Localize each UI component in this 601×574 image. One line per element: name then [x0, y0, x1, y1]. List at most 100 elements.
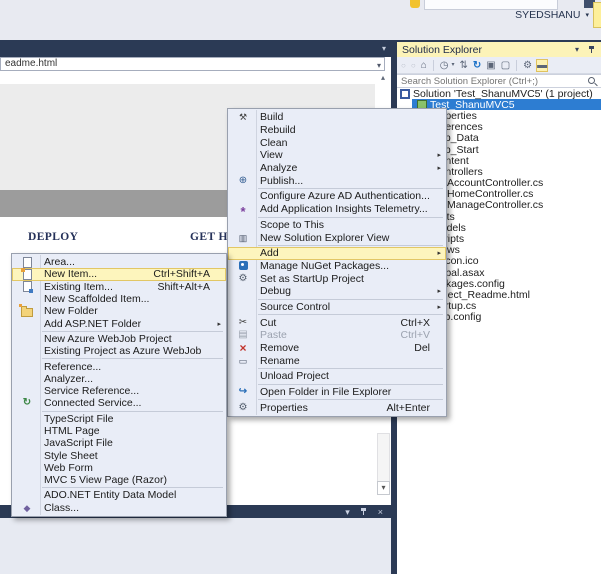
- menu-item-label: Paste: [260, 329, 287, 342]
- submenu-arrow-icon: ▸: [437, 288, 441, 296]
- menu-item-label: Scope to This: [260, 218, 325, 231]
- feedback-badge[interactable]: [593, 2, 601, 28]
- menu-item-style-sheet[interactable]: Style Sheet: [12, 449, 226, 462]
- menu-item-shortcut: Del: [414, 342, 430, 355]
- tree-item-solution-test-shanumvc5-1-project[interactable]: Solution 'Test_ShanuMVC5' (1 project): [397, 87, 601, 100]
- submenu-arrow-icon: ▸: [437, 250, 441, 258]
- submenu-arrow-icon: ▸: [217, 320, 221, 328]
- sync-icon[interactable]: ⇅: [458, 59, 468, 72]
- menu-item-reference[interactable]: Reference...: [12, 360, 226, 373]
- menu-item-label: New Folder: [44, 305, 98, 318]
- menu-item-clean[interactable]: Clean: [228, 136, 446, 149]
- pin-icon[interactable]: [360, 507, 368, 517]
- solution-explorer-titlebar[interactable]: Solution Explorer ▾: [397, 40, 601, 57]
- openfolder-icon: ↪: [238, 386, 248, 398]
- user-name-label: SYEDSHANU: [515, 9, 581, 21]
- menu-item-build[interactable]: ⚒ Build: [228, 111, 446, 124]
- menu-item-manage-nuget-packages[interactable]: Manage NuGet Packages...: [228, 260, 446, 273]
- signed-in-user-menu[interactable]: SYEDSHANU ▾: [515, 9, 589, 21]
- menu-separator: [258, 216, 443, 218]
- menu-item-paste[interactable]: ▤ Paste Ctrl+V: [228, 329, 446, 342]
- menu-item-new-solution-explorer-view[interactable]: ▥ New Solution Explorer View: [228, 231, 446, 244]
- doc-icon: [16, 256, 38, 268]
- menu-item-javascript-file[interactable]: JavaScript File: [12, 437, 226, 449]
- menu-item-label: MVC 5 View Page (Razor): [44, 474, 167, 487]
- collapse-all-icon[interactable]: ▣: [485, 59, 496, 72]
- menu-item-open-folder-in-file-explorer[interactable]: ↪ Open Folder in File Explorer: [228, 386, 446, 399]
- tree-item-label: HomeController.cs: [447, 188, 534, 201]
- menu-item-add-application-insights-telemetry[interactable]: * Add Application Insights Telemetry...: [228, 203, 446, 218]
- window-position-dropdown-icon[interactable]: ▾: [575, 45, 579, 54]
- menu-item-connected-service[interactable]: ↻ Connected Service...: [12, 397, 226, 409]
- tab-list-dropdown-icon[interactable]: ▾: [382, 44, 386, 53]
- menu-item-label: Add: [260, 247, 279, 260]
- filter-icon[interactable]: ◷: [439, 59, 450, 72]
- menu-item-cut[interactable]: ✂ Cut Ctrl+X: [228, 316, 446, 329]
- menu-item-new-item[interactable]: New Item... Ctrl+Shift+A: [12, 267, 226, 281]
- wrench-tool-icon[interactable]: ⚙: [522, 59, 533, 72]
- refresh-icon[interactable]: ↻: [472, 59, 482, 72]
- menu-separator: [42, 330, 223, 332]
- combobox-dropdown-icon[interactable]: ▾: [377, 60, 381, 72]
- home-icon[interactable]: ⌂: [420, 59, 428, 72]
- menu-item-typescript-file[interactable]: TypeScript File: [12, 413, 226, 425]
- menu-item-rebuild[interactable]: Rebuild: [228, 124, 446, 137]
- menu-item-publish[interactable]: ⊕ Publish...: [228, 174, 446, 187]
- menu-item-label: Area...: [44, 256, 75, 269]
- menu-item-set-as-startup-project[interactable]: ⚙ Set as StartUp Project: [228, 272, 446, 285]
- chev-down-icon[interactable]: ▾: [450, 59, 455, 72]
- menu-item-add-asp-net-folder[interactable]: Add ASP.NET Folder ▸: [12, 317, 226, 330]
- editor-scroll-down-button[interactable]: ▾: [377, 481, 390, 495]
- menu-item-view[interactable]: View ▸: [228, 149, 446, 162]
- publish-icon: ⊕: [238, 174, 248, 186]
- menu-item-mvc-5-view-page-razor[interactable]: MVC 5 View Page (Razor): [12, 474, 226, 486]
- menu-item-rename[interactable]: ▭ Rename: [228, 354, 446, 367]
- menu-item-label: Build: [260, 111, 284, 124]
- menu-item-analyze[interactable]: Analyze ▸: [228, 162, 446, 175]
- menu-item-web-form[interactable]: Web Form: [12, 462, 226, 474]
- menu-item-shortcut: Shift+Alt+A: [157, 280, 210, 293]
- menu-item-label: ADO.NET Entity Data Model: [44, 489, 177, 502]
- wrench-icon: ⚙: [238, 401, 248, 413]
- show-all-icon[interactable]: ▢: [500, 59, 511, 72]
- nav-back-icon[interactable]: ○: [400, 59, 407, 72]
- menu-item-new-azure-webjob-project[interactable]: New Azure WebJob Project: [12, 333, 226, 345]
- menu-item-new-folder[interactable]: New Folder: [12, 303, 226, 318]
- tree-item-label: Solution 'Test_ShanuMVC5' (1 project): [413, 87, 593, 100]
- pin-icon[interactable]: [588, 45, 596, 55]
- menu-item-existing-item[interactable]: Existing Item... Shift+Alt+A: [12, 280, 226, 294]
- menu-item-source-control[interactable]: Source Control ▸: [228, 301, 446, 314]
- preview-icon[interactable]: ▬: [536, 58, 549, 72]
- menu-item-label: Unload Project: [260, 370, 329, 383]
- menu-item-ado-net-entity-data-model[interactable]: ADO.NET Entity Data Model: [12, 489, 226, 501]
- file-path-combobox[interactable]: eadme.html ▾: [0, 57, 385, 71]
- toolbar-separator: [432, 59, 434, 71]
- menu-item-class[interactable]: ◆ Class...: [12, 502, 226, 514]
- menu-item-add[interactable]: Add ▸: [228, 246, 446, 260]
- menu-item-remove[interactable]: × Remove Del: [228, 342, 446, 355]
- menu-item-service-reference[interactable]: Service Reference...: [12, 385, 226, 397]
- menu-item-html-page[interactable]: HTML Page: [12, 425, 226, 437]
- menu-item-scope-to-this[interactable]: Scope to This: [228, 219, 446, 232]
- menu-item-debug[interactable]: Debug ▸: [228, 285, 446, 298]
- menu-item-existing-project-as-azure-webjob[interactable]: Existing Project as Azure WebJob: [12, 345, 226, 357]
- menu-item-unload-project[interactable]: Unload Project: [228, 370, 446, 383]
- menu-item-analyzer[interactable]: Analyzer...: [12, 373, 226, 385]
- editor-scroll-up-button[interactable]: ▴: [376, 72, 390, 84]
- chev-down-icon[interactable]: ▾: [345, 507, 350, 517]
- chevron-down-icon: ▾: [585, 12, 589, 19]
- menu-separator: [258, 298, 443, 300]
- nav-forward-icon[interactable]: ○: [410, 59, 417, 72]
- menu-item-label: Properties: [260, 401, 308, 414]
- menu-item-label: Existing Item...: [44, 280, 113, 293]
- menu-item-properties[interactable]: ⚙ Properties Alt+Enter: [228, 401, 446, 414]
- menu-item-new-scaffolded-item[interactable]: New Scaffolded Item...: [12, 293, 226, 305]
- menu-item-area[interactable]: Area...: [12, 256, 226, 268]
- submenu-arrow-icon: ▸: [437, 165, 441, 173]
- close-icon[interactable]: ×: [378, 507, 383, 517]
- menu-item-configure-azure-ad-authentication[interactable]: Configure Azure AD Authentication...: [228, 190, 446, 203]
- menu-item-shortcut: Ctrl+V: [400, 329, 430, 342]
- search-input[interactable]: [397, 75, 587, 87]
- toolbar-separator: [516, 59, 518, 71]
- tree-item-label: AccountController.cs: [447, 177, 544, 190]
